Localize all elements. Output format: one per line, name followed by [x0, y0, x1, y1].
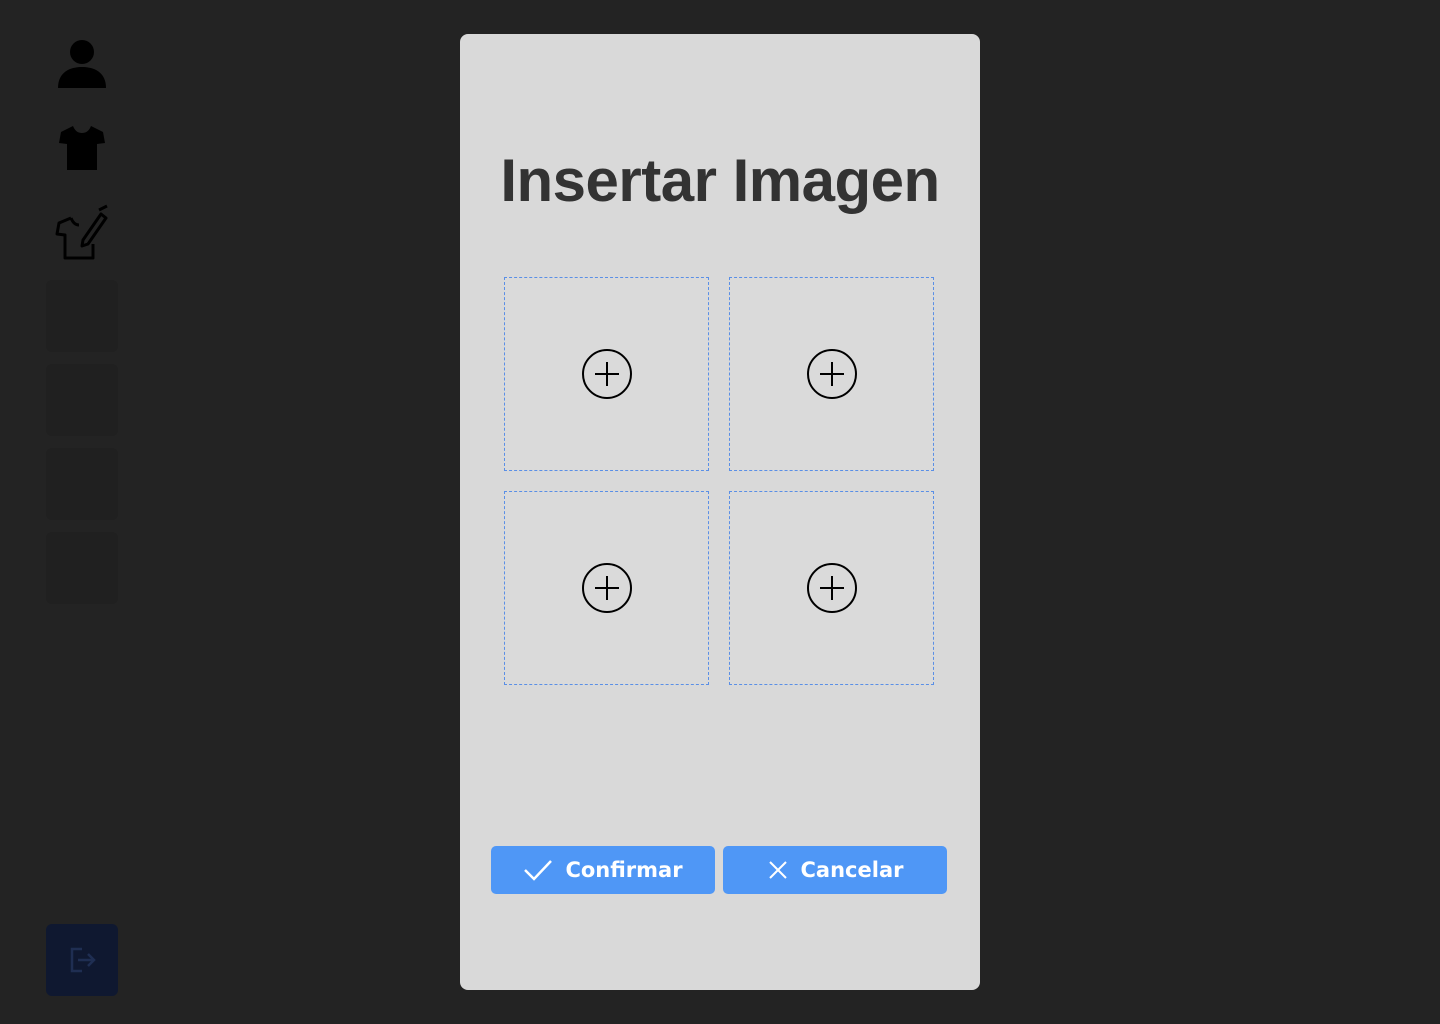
logout-icon	[70, 947, 96, 973]
image-slot-4[interactable]	[729, 491, 934, 685]
sidebar	[40, 24, 124, 1004]
tshirt-icon	[59, 126, 105, 170]
add-circle-icon	[806, 349, 857, 399]
sidebar-placeholder	[46, 448, 118, 520]
add-circle-icon	[581, 349, 632, 399]
close-icon	[767, 859, 789, 881]
user-icon	[58, 40, 106, 88]
check-icon	[523, 859, 553, 881]
sidebar-item-design[interactable]	[46, 196, 118, 268]
image-slot-2[interactable]	[729, 277, 934, 471]
confirm-button[interactable]: Confirmar	[491, 846, 715, 894]
image-slot-3[interactable]	[504, 491, 709, 685]
sidebar-item-clothes[interactable]	[46, 112, 118, 184]
sidebar-placeholder	[46, 532, 118, 604]
image-slot-1[interactable]	[504, 277, 709, 471]
add-circle-icon	[806, 563, 857, 613]
insert-image-dialog: Insertar Imagen Confirmar Cancelar	[460, 34, 980, 990]
add-circle-icon	[581, 563, 632, 613]
dialog-title: Insertar Imagen	[500, 147, 940, 214]
cancel-button[interactable]: Cancelar	[723, 846, 947, 894]
confirm-label: Confirmar	[565, 858, 683, 882]
sidebar-item-profile[interactable]	[46, 28, 118, 100]
cancel-label: Cancelar	[800, 858, 904, 882]
tshirt-edit-icon	[55, 204, 108, 260]
sidebar-placeholder	[46, 280, 118, 352]
logout-button[interactable]	[46, 924, 118, 996]
sidebar-placeholder	[46, 364, 118, 436]
